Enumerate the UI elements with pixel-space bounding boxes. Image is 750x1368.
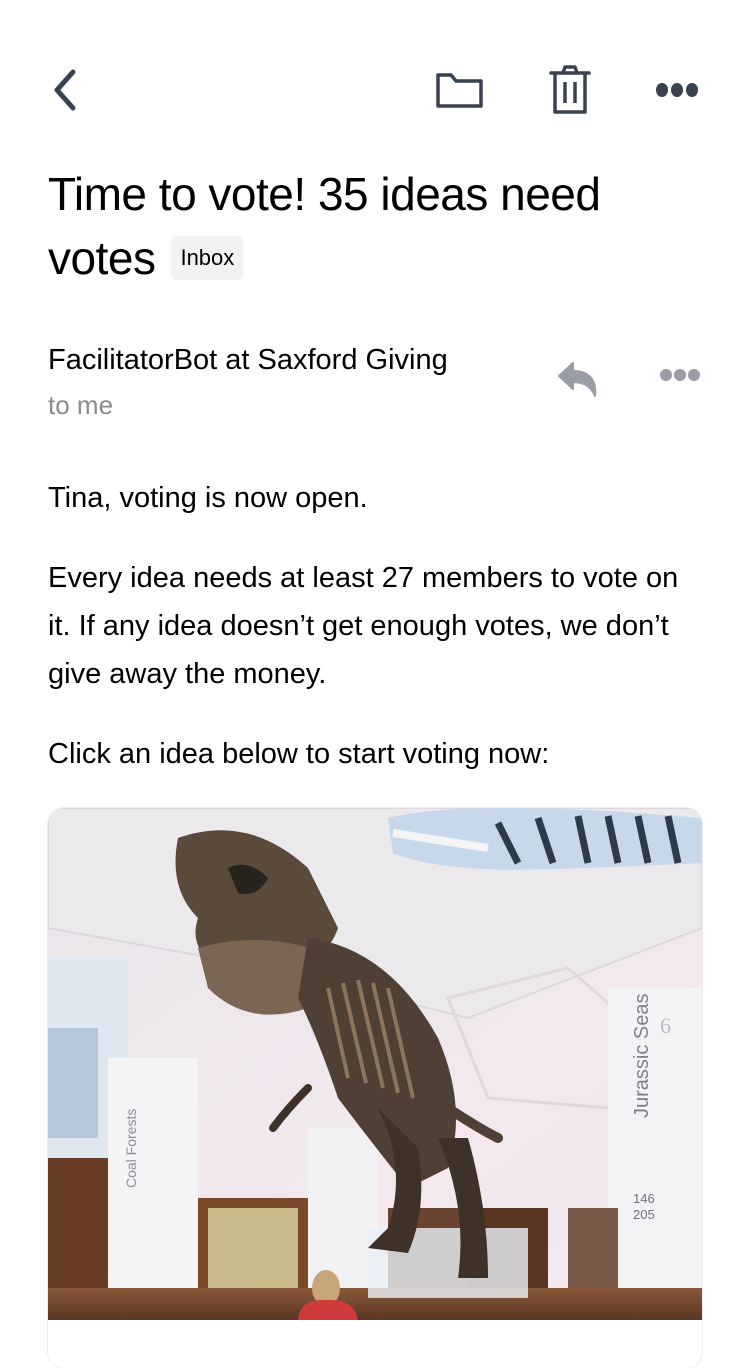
sign-number-6: 6 [660,1013,671,1038]
chevron-left-icon [54,69,76,111]
sign-number-205: 205 [633,1207,655,1222]
move-to-folder-button[interactable] [430,60,490,120]
more-horizontal-icon [660,369,700,381]
folder-icon [436,73,483,108]
sender-name[interactable]: FacilitatorBot at Saxford Giving [48,340,448,380]
email-subject: Time to vote! 35 ideas need votes Inbox [48,162,668,290]
recipient-line[interactable]: to me [48,386,113,424]
toolbar [0,60,750,120]
idea-image-trex[interactable]: Coal Forests Jurassic Seas 146 205 6 [48,808,702,1320]
more-horizontal-icon [656,83,698,97]
more-options-button[interactable] [648,60,708,120]
inbox-label-badge[interactable]: Inbox [171,235,244,280]
body-paragraph-requirement: Every idea needs at least 27 members to … [48,562,679,690]
reply-button[interactable] [553,358,605,402]
body-paragraph-greeting: Tina, voting is now open. [48,482,368,514]
sign-number-146: 146 [633,1191,655,1206]
back-button[interactable] [40,60,88,120]
reply-icon [558,362,597,397]
idea-card[interactable]: Coal Forests Jurassic Seas 146 205 6 [48,808,702,1368]
sign-jurassic-seas: Jurassic Seas [631,994,653,1119]
message-more-button[interactable] [658,365,708,395]
sign-coal-forests: Coal Forests [123,1109,139,1188]
body-paragraph-instruction: Click an idea below to start voting now: [48,738,550,770]
email-body: Tina, voting is now open. Every idea nee… [48,474,688,810]
trash-icon [549,65,591,114]
delete-button[interactable] [540,60,600,120]
subject-text: Time to vote! 35 ideas need votes [48,168,601,284]
